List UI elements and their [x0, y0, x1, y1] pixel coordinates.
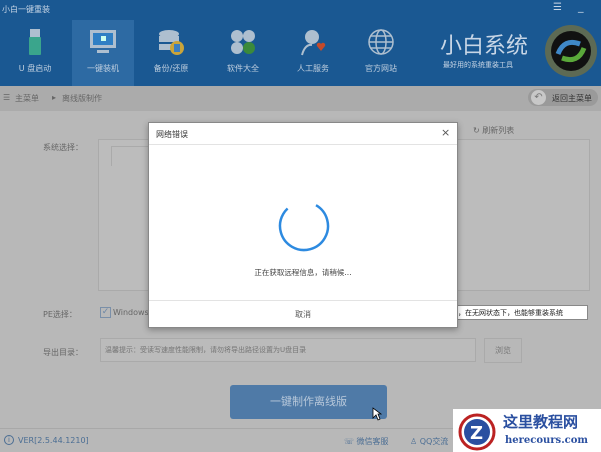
close-icon[interactable]: ×: [441, 126, 450, 139]
brand-slogan: 最好用的系统重装工具: [443, 61, 513, 69]
person-heart-icon: [301, 30, 326, 56]
watermark-logo-icon: Z: [458, 413, 496, 451]
title-bar: 小白一键重装 ☰ _: [0, 0, 601, 20]
nav-usb-boot[interactable]: U 盘启动: [4, 20, 66, 86]
watermark-url: herecours.com: [505, 435, 589, 446]
cursor-icon: [372, 407, 382, 421]
main-nav: U 盘启动 一键装机 备份/还原 软件大全 人工服务 官方网站 小白系统 最好用…: [0, 20, 601, 86]
refresh-icon: ↻: [473, 126, 483, 135]
app-title: 小白一键重装: [2, 5, 50, 14]
breadcrumb: ☰ 主菜单 ▸ 离线版制作 ↶ 返回主菜单: [0, 86, 601, 111]
breadcrumb-current: 离线版制作: [62, 94, 102, 103]
cancel-button[interactable]: 取消: [149, 301, 457, 328]
system-tab[interactable]: [111, 146, 151, 166]
qq-link[interactable]: ♙ QQ交流: [410, 436, 448, 447]
nav-label: 备份/还原: [153, 64, 189, 73]
nav-label: 一键装机: [87, 64, 119, 73]
globe-icon: [368, 29, 394, 55]
loading-spinner-icon: [278, 200, 330, 252]
svg-text:Z: Z: [470, 423, 483, 444]
info-icon: i: [4, 435, 14, 445]
menu-list-icon: ☰: [3, 93, 11, 102]
export-dir-label: 导出目录：: [43, 348, 83, 357]
refresh-list-button[interactable]: ↻ 刷新列表: [473, 125, 514, 136]
wechat-icon: ☏: [344, 437, 357, 446]
chevron-right-icon: ▸: [52, 93, 57, 102]
pe-option-label: Windows: [113, 308, 149, 317]
wechat-label: 微信客服: [356, 437, 389, 446]
usb-icon: [29, 29, 41, 55]
loading-message: 正在获取远程信息，请稍候...: [254, 268, 352, 277]
qq-icon: ♙: [410, 437, 420, 446]
system-select-label: 系统选择：: [43, 143, 83, 152]
nav-one-click-install[interactable]: 一键装机: [72, 20, 134, 86]
pe-select-label: PE选择：: [43, 310, 77, 319]
wechat-support-link[interactable]: ☏ 微信客服: [344, 436, 389, 447]
watermark: Z 这里教程网 herecours.com: [453, 409, 601, 452]
back-label: 返回主菜单: [552, 94, 592, 103]
menu-icon[interactable]: ☰: [553, 2, 562, 13]
nav-website[interactable]: 官方网站: [350, 20, 412, 86]
nav-label: 人工服务: [297, 64, 329, 73]
divider: [149, 144, 457, 145]
network-error-dialog: 网络错误 × 正在获取远程信息，请稍候... 取消: [148, 122, 458, 328]
pe-tooltip: ，在无网状态下，也能够重装系统: [455, 305, 588, 320]
nav-backup-restore[interactable]: 备份/还原: [140, 20, 202, 86]
clover-icon: [231, 30, 255, 54]
pe-checkbox[interactable]: ✓: [100, 307, 111, 318]
back-icon: ↶: [531, 90, 546, 105]
brand-name: 小白系统: [440, 34, 529, 59]
monitor-icon: [90, 30, 116, 53]
export-dir-input[interactable]: [100, 338, 476, 362]
make-offline-button[interactable]: 一键制作离线版: [230, 385, 387, 419]
refresh-label: 刷新列表: [482, 126, 515, 135]
brand-logo-icon: [545, 25, 597, 77]
browse-button[interactable]: 浏览: [484, 338, 522, 363]
nav-label: 官方网站: [365, 64, 397, 73]
watermark-title: 这里教程网: [503, 413, 579, 431]
database-icon: [159, 30, 184, 55]
nav-label: U 盘启动: [18, 64, 52, 73]
breadcrumb-root[interactable]: 主菜单: [15, 93, 39, 104]
nav-software[interactable]: 软件大全: [212, 20, 274, 86]
nav-label: 软件大全: [227, 64, 259, 73]
dialog-title: 网络错误: [156, 130, 188, 139]
nav-support[interactable]: 人工服务: [282, 20, 344, 86]
qq-label: QQ交流: [419, 437, 449, 446]
back-to-main-button[interactable]: ↶ 返回主菜单: [528, 89, 598, 106]
minimize-icon[interactable]: _: [578, 0, 584, 13]
version-label: VER[2.5.44.1210]: [18, 436, 89, 445]
